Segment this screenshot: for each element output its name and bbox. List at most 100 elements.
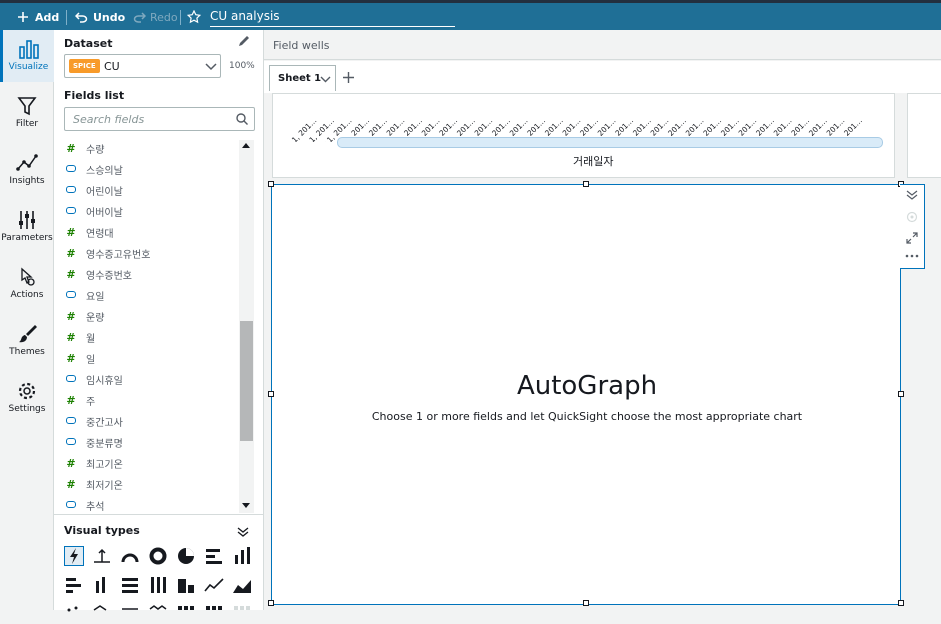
field-item[interactable]: # 최고기온 <box>64 453 238 474</box>
scatter-visual-icon[interactable] <box>64 604 84 624</box>
redo-button[interactable]: Redo <box>132 6 178 28</box>
analysis-title-input[interactable]: CU analysis <box>210 9 455 27</box>
x-axis-ticks: Jan 1, 201…Feb 1, 201…Mar 1, 201…Apr 1, … <box>279 116 864 142</box>
nav-parameters[interactable]: Parameters <box>0 201 54 253</box>
field-item[interactable]: # 영수증번호 <box>64 264 238 285</box>
focus-icon[interactable] <box>906 211 918 223</box>
field-name: 영수증고유번호 <box>86 250 151 261</box>
resize-handle[interactable] <box>898 600 904 606</box>
field-item[interactable]: # 월 <box>64 327 238 348</box>
field-item[interactable]: 중간고사 <box>64 411 238 432</box>
field-item[interactable]: # 운량 <box>64 306 238 327</box>
dataset-select[interactable]: SPICE CU <box>64 54 221 78</box>
tree-map-visual-icon[interactable] <box>120 604 140 624</box>
pencil-icon[interactable] <box>237 35 250 48</box>
resize-handle[interactable] <box>268 181 274 187</box>
stacked-column-visual-icon[interactable] <box>92 575 112 595</box>
line-chart-visual-icon[interactable] <box>204 575 224 595</box>
kpi-visual-icon[interactable] <box>92 546 112 566</box>
previous-visual[interactable]: Jan 1, 201… Feb 1, 201… Mar 1, 201… Apr 1, … <box>272 93 895 178</box>
field-item[interactable]: 요일 <box>64 285 238 306</box>
fields-scrollbar-thumb[interactable] <box>240 321 253 441</box>
collapse-chevron-icon[interactable] <box>906 190 918 200</box>
stacked-bar-visual-icon[interactable] <box>64 575 84 595</box>
field-item[interactable]: # 최저기온 <box>64 474 238 495</box>
field-name: 스승의날 <box>86 166 123 177</box>
search-fields-input[interactable]: Search fields <box>64 107 255 131</box>
field-wells-bar[interactable]: Field wells <box>264 30 941 60</box>
brush-icon <box>19 325 37 343</box>
pie-visual-icon[interactable] <box>176 546 196 566</box>
scroll-down-icon[interactable] <box>241 502 251 509</box>
add-button[interactable]: Add <box>17 6 59 28</box>
measure-hash-icon: # <box>66 226 76 239</box>
measure-hash-icon: # <box>66 268 76 281</box>
toolbar-divider <box>180 10 181 25</box>
add-sheet-icon[interactable] <box>343 72 354 83</box>
add-label: Add <box>35 10 60 24</box>
x-axis-title: 거래일자 <box>573 155 614 168</box>
more-options-icon[interactable] <box>905 253 919 259</box>
range-slider[interactable] <box>337 137 883 148</box>
plus-icon <box>18 12 28 22</box>
tab-sheet-1[interactable]: Sheet 1 <box>269 65 336 91</box>
table-visual-icon[interactable] <box>176 604 196 624</box>
nav-visualize[interactable]: Visualize <box>0 30 54 82</box>
field-item[interactable]: 어버이날 <box>64 201 238 222</box>
word-cloud-visual-icon[interactable] <box>232 604 252 624</box>
fields-panel: Dataset SPICE CU 100% Fields list Search… <box>54 30 264 612</box>
sheet-tabs: Sheet 1 <box>264 61 941 93</box>
undo-button[interactable]: Undo <box>75 6 125 28</box>
vertical-bar-visual-icon[interactable] <box>232 546 252 566</box>
sliders-icon <box>19 211 35 229</box>
nav-themes[interactable]: Themes <box>0 315 54 367</box>
visual-toolbar <box>900 184 925 269</box>
measure-hash-icon: # <box>66 310 76 323</box>
horizontal-bar-visual-icon[interactable] <box>204 546 224 566</box>
field-item[interactable]: # 일 <box>64 348 238 369</box>
field-item[interactable]: # 주 <box>64 390 238 411</box>
nav-label: Parameters <box>1 233 53 243</box>
measure-hash-icon: # <box>66 352 76 365</box>
dimension-icon <box>64 206 78 217</box>
field-item[interactable]: 어린이날 <box>64 180 238 201</box>
field-item[interactable]: 임시휴일 <box>64 369 238 390</box>
area-chart-visual-icon[interactable] <box>232 575 252 595</box>
field-item[interactable]: # 수량 <box>64 138 238 159</box>
nav-actions[interactable]: Actions <box>0 258 54 310</box>
resize-handle[interactable] <box>583 181 589 187</box>
field-item[interactable]: 스승의날 <box>64 159 238 180</box>
field-item[interactable]: 추석 <box>64 495 238 514</box>
field-name: 최고기온 <box>86 460 123 471</box>
field-item[interactable]: 중분류명 <box>64 432 238 453</box>
field-item[interactable]: # 영수증고유번호 <box>64 243 238 264</box>
percent-column-visual-icon[interactable] <box>148 575 168 595</box>
nav-settings[interactable]: Settings <box>0 372 54 424</box>
autograph-visual-icon[interactable] <box>64 546 84 566</box>
search-placeholder: Search fields <box>73 113 145 126</box>
gear-icon <box>18 382 36 400</box>
nav-insights[interactable]: Insights <box>0 144 54 196</box>
donut-visual-icon[interactable] <box>148 546 168 566</box>
resize-handle[interactable] <box>268 600 274 606</box>
adjacent-visual[interactable] <box>907 93 941 178</box>
percent-bar-visual-icon[interactable] <box>120 575 140 595</box>
filled-map-visual-icon[interactable] <box>204 604 224 624</box>
nav-label: Filter <box>15 119 39 129</box>
resize-handle[interactable] <box>583 600 589 606</box>
favorite-button[interactable] <box>187 6 201 28</box>
expand-icon[interactable] <box>906 232 918 244</box>
chevron-down-icon[interactable] <box>320 76 331 83</box>
measure-hash-icon: # <box>66 247 76 260</box>
scroll-up-icon[interactable] <box>241 142 251 149</box>
field-item[interactable]: # 연령대 <box>64 222 238 243</box>
nav-filter[interactable]: Filter <box>0 87 54 139</box>
collapse-chevron-icon[interactable] <box>237 527 249 537</box>
pivot-table-visual-icon[interactable] <box>148 604 168 624</box>
measure-hash-icon: # <box>66 331 76 344</box>
heat-map-visual-icon[interactable] <box>92 604 112 624</box>
gauge-visual-icon[interactable] <box>120 546 140 566</box>
autograph-visual[interactable]: AutoGraph Choose 1 or more fields and le… <box>268 181 904 606</box>
combo-chart-visual-icon[interactable] <box>176 575 196 595</box>
field-name: 최저기온 <box>86 481 123 492</box>
